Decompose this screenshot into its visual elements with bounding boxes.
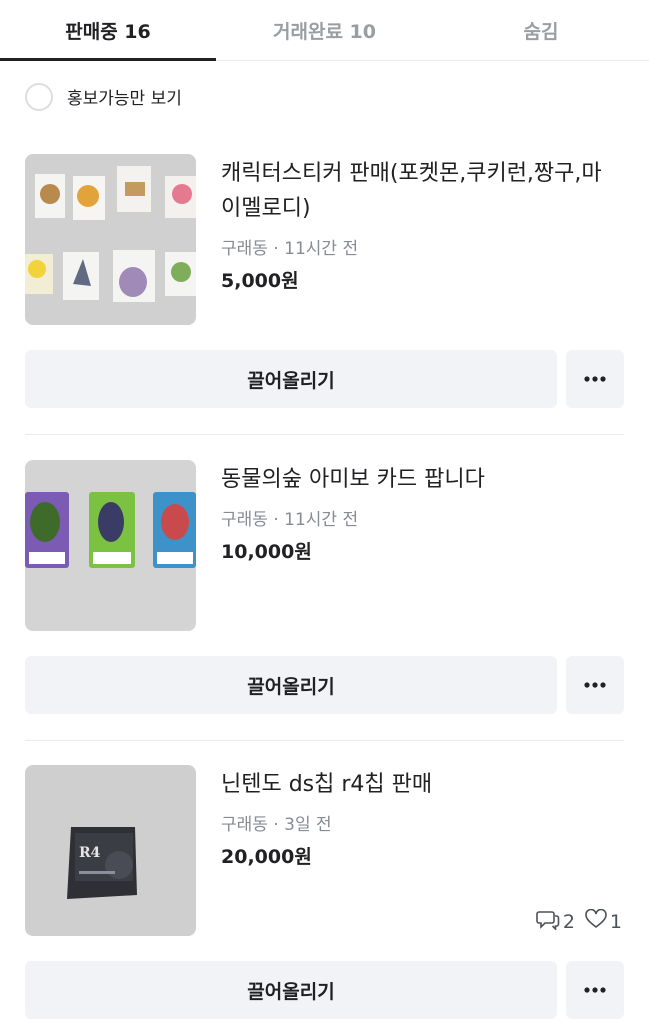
item-meta: 구래동 · 11시간 전 <box>221 239 359 259</box>
more-horizontal-icon <box>584 682 606 688</box>
item-title[interactable]: 닌텐도 ds칩 r4칩 판매 <box>221 767 621 802</box>
like-count: 1 <box>609 910 622 933</box>
bump-button[interactable]: 끌어올리기 <box>25 656 557 714</box>
amiibo-cards-photo <box>25 460 196 631</box>
status-tabs: 판매중 16 거래완료 10 숨김 <box>0 0 649 61</box>
item-thumbnail[interactable]: R4 <box>25 765 196 936</box>
list-item: 동물의숲 아미보 카드 팝니다 구래동 · 11시간 전 10,000원 끌어올… <box>0 460 649 760</box>
more-button[interactable] <box>566 656 624 714</box>
promotable-only-filter[interactable]: 홍보가능만 보기 <box>25 82 182 111</box>
item-thumbnail[interactable] <box>25 460 196 631</box>
chat-bubble-icon <box>536 908 560 935</box>
promotable-only-checkbox[interactable] <box>25 82 53 111</box>
r4-chip-label: R4 <box>79 845 101 861</box>
item-meta: 구래동 · 3일 전 <box>221 815 332 835</box>
item-title[interactable]: 동물의숲 아미보 카드 팝니다 <box>221 462 621 497</box>
promotable-only-label: 홍보가능만 보기 <box>67 89 182 109</box>
item-title[interactable]: 캐릭터스티커 판매(포켓몬,쿠키런,짱구,마이멜로디) <box>221 156 621 226</box>
tab-hidden[interactable]: 숨김 <box>433 0 649 61</box>
more-button[interactable] <box>566 350 624 408</box>
active-tab-indicator <box>0 58 216 61</box>
more-horizontal-icon <box>584 376 606 382</box>
item-price: 5,000원 <box>221 270 299 292</box>
sticker-photo <box>25 154 196 325</box>
tab-completed[interactable]: 거래완료 10 <box>216 0 433 61</box>
r4-chip-photo: R4 <box>25 765 196 936</box>
item-price: 10,000원 <box>221 541 312 563</box>
bump-button[interactable]: 끌어올리기 <box>25 961 557 1019</box>
item-price: 20,000원 <box>221 846 312 868</box>
tab-on-sale[interactable]: 판매중 16 <box>0 0 216 61</box>
item-meta: 구래동 · 11시간 전 <box>221 510 359 530</box>
item-divider <box>25 740 624 741</box>
more-horizontal-icon <box>584 987 606 993</box>
heart-icon <box>585 908 607 934</box>
list-item: R4 닌텐도 ds칩 r4칩 판매 구래동 · 3일 전 20,000원 2 1… <box>0 765 649 1024</box>
chat-count: 2 <box>562 910 575 933</box>
item-thumbnail[interactable] <box>25 154 196 325</box>
more-button[interactable] <box>566 961 624 1019</box>
list-item: 캐릭터스티커 판매(포켓몬,쿠키런,짱구,마이멜로디) 구래동 · 11시간 전… <box>0 154 649 454</box>
item-divider <box>25 434 624 435</box>
item-stats: 2 1 <box>536 908 622 935</box>
bump-button[interactable]: 끌어올리기 <box>25 350 557 408</box>
